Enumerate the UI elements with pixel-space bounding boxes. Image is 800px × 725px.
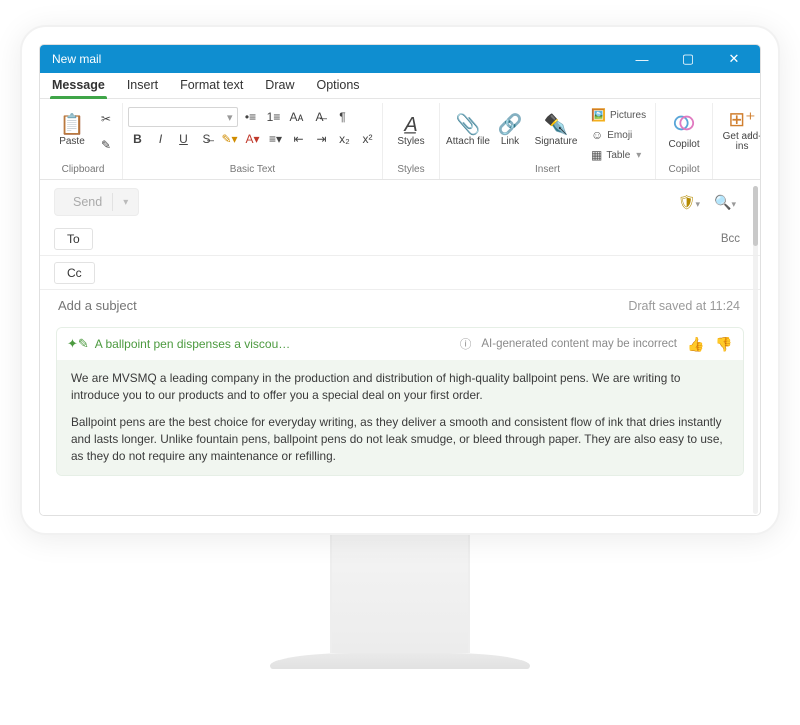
clipboard-icon: 📋 (60, 115, 85, 135)
tab-format-text[interactable]: Format text (178, 74, 245, 98)
bullets-button[interactable]: •≡ (241, 107, 261, 127)
link-icon: 🔗 (498, 115, 523, 135)
attach-file-button[interactable]: 📎 Attach file (446, 103, 490, 159)
window-title: New mail (52, 52, 101, 66)
ai-body-paragraph: Ballpoint pens are the best choice for e… (71, 414, 729, 465)
attach-file-label: Attach file (446, 137, 490, 148)
ai-draft-body[interactable]: We are MVSMQ a leading company in the pr… (57, 360, 743, 475)
zoom-icon[interactable]: 🔍▾ (714, 194, 736, 211)
subject-input[interactable] (58, 298, 467, 313)
format-painter-button[interactable]: ✎ (96, 135, 116, 155)
cut-button[interactable]: ✂ (96, 109, 116, 129)
font-family-select[interactable]: ▾ (128, 107, 238, 127)
draft-saved-text: Draft saved at 11:24 (628, 299, 740, 313)
table-button[interactable]: ▦Table▾ (588, 147, 649, 163)
ribbon-group-copilot: Copilot Copilot (656, 103, 713, 179)
clipboard-caption: Clipboard (62, 161, 105, 179)
superscript-button[interactable]: x² (358, 129, 378, 149)
maximize-button[interactable]: ▢ (666, 45, 710, 73)
ribbon-group-styles: A̲ Styles Styles (383, 103, 440, 179)
insert-caption: Insert (535, 161, 560, 179)
shield-icon[interactable]: 🛡▾ (678, 194, 700, 211)
styles-caption: Styles (397, 161, 424, 179)
clear-format-button[interactable]: A̶ (310, 107, 330, 127)
link-label: Link (501, 137, 519, 148)
pen-icon: ✒️ (544, 115, 569, 135)
minimize-button[interactable]: — (620, 45, 664, 73)
to-field: To Bcc (40, 222, 760, 256)
indent-inc-button[interactable]: ⇥ (312, 129, 332, 149)
strike-button[interactable]: S̶ (197, 129, 217, 149)
bcc-button[interactable]: Bcc (721, 233, 740, 245)
paste-label: Paste (59, 137, 85, 148)
send-button[interactable]: Send ▾ (54, 188, 139, 216)
case-button[interactable]: Aᴀ (287, 107, 307, 127)
copilot-caption: Copilot (669, 161, 700, 179)
send-label: Send (73, 195, 102, 209)
titlebar: New mail — ▢ ✕ (40, 45, 760, 73)
copilot-label: Copilot (669, 140, 700, 151)
underline-button[interactable]: U (174, 129, 194, 149)
paragraph-button[interactable]: ¶ (333, 107, 353, 127)
paperclip-icon: 📎 (456, 115, 481, 135)
emoji-icon: ☺ (591, 128, 603, 142)
monitor-base (270, 653, 530, 669)
indent-dec-button[interactable]: ⇤ (289, 129, 309, 149)
to-button[interactable]: To (54, 228, 93, 250)
ribbon-group-insert: 📎 Attach file 🔗 Link ✒️ Signature 🖼️Pict… (440, 103, 656, 179)
chevron-down-icon: ▾ (123, 197, 128, 208)
table-icon: ▦ (591, 148, 602, 162)
paste-button[interactable]: 📋 Paste (50, 103, 94, 159)
cc-input[interactable] (105, 266, 700, 280)
tab-draw[interactable]: Draw (263, 74, 296, 98)
picture-icon: 🖼️ (591, 108, 606, 122)
close-button[interactable]: ✕ (712, 45, 756, 73)
ai-disclaimer-text: AI-generated content may be incorrect (481, 338, 677, 350)
align-button[interactable]: ≡▾ (266, 129, 286, 149)
ai-summary-text: A ballpoint pen dispenses a viscou… (95, 337, 290, 351)
styles-button[interactable]: A̲ Styles (389, 103, 433, 159)
copilot-icon (673, 112, 695, 138)
ai-draft-card: ✦✎ A ballpoint pen dispenses a viscou… ⓘ… (56, 327, 744, 476)
thumbs-up-button[interactable]: 👍 (687, 335, 705, 353)
numbering-button[interactable]: 1≡ (264, 107, 284, 127)
ribbon-group-basic-text: ▾ •≡ 1≡ Aᴀ A̶ ¶ B I U S̶ ✎▾ A▾ ≡▾ (123, 103, 383, 179)
cc-button[interactable]: Cc (54, 262, 95, 284)
tab-options[interactable]: Options (314, 74, 361, 98)
signature-button[interactable]: ✒️ Signature (530, 103, 582, 159)
subscript-button[interactable]: x₂ (335, 129, 355, 149)
cc-field: Cc (40, 256, 760, 290)
ribbon: 📋 Paste ✂ ✎ Clipboard ▾ •≡ 1≡ (40, 99, 760, 180)
monitor-stand (330, 533, 470, 653)
thumbs-down-button[interactable]: 👎 (715, 335, 733, 353)
tab-insert[interactable]: Insert (125, 74, 160, 98)
styles-label: Styles (397, 137, 424, 148)
ribbon-group-clipboard: 📋 Paste ✂ ✎ Clipboard (44, 103, 123, 179)
styles-icon: A̲ (404, 115, 417, 135)
to-input[interactable] (103, 232, 700, 246)
ribbon-tabs: Message Insert Format text Draw Options (40, 73, 760, 99)
ribbon-overflow-button[interactable]: › (742, 115, 756, 155)
bold-button[interactable]: B (128, 129, 148, 149)
info-icon: ⓘ (460, 336, 472, 352)
basic-text-caption: Basic Text (230, 161, 275, 179)
pictures-button[interactable]: 🖼️Pictures (588, 107, 649, 123)
highlight-button[interactable]: ✎▾ (220, 129, 240, 149)
link-button[interactable]: 🔗 Link (492, 103, 528, 159)
copilot-button[interactable]: Copilot (662, 103, 706, 159)
compose-pane: Send ▾ 🛡▾ 🔍▾ To Bcc Cc Dra (40, 180, 760, 515)
signature-label: Signature (535, 137, 578, 148)
ai-body-paragraph: We are MVSMQ a leading company in the pr… (71, 370, 729, 404)
sparkle-icon: ✦✎ (67, 336, 89, 352)
tab-message[interactable]: Message (50, 74, 107, 98)
emoji-button[interactable]: ☺Emoji (588, 127, 649, 143)
font-color-button[interactable]: A▾ (243, 129, 263, 149)
italic-button[interactable]: I (151, 129, 171, 149)
